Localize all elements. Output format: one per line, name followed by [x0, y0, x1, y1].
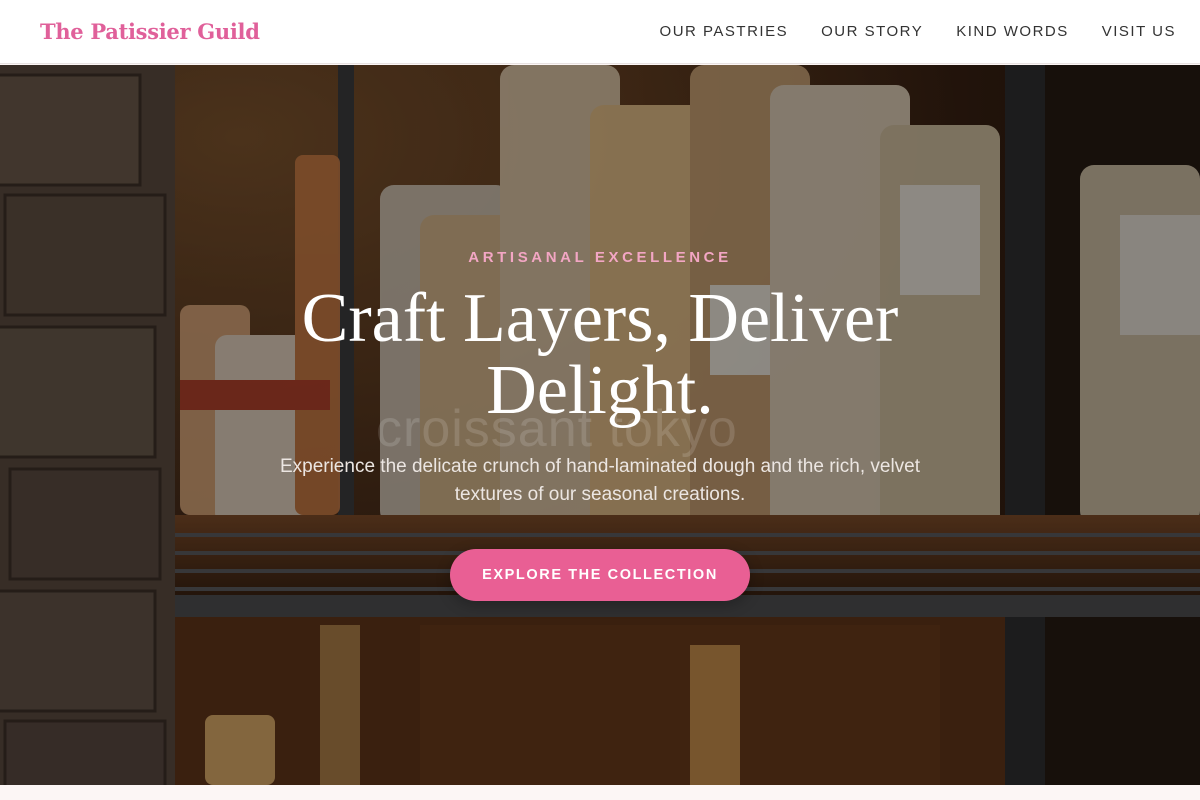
site-header: The Patissier Guild OUR PASTRIES OUR STO… [0, 0, 1200, 64]
main-nav: OUR PASTRIES OUR STORY KIND WORDS VISIT … [660, 23, 1176, 40]
brand-logo[interactable]: The Patissier Guild [40, 19, 260, 44]
explore-collection-button[interactable]: EXPLORE THE COLLECTION [450, 549, 750, 601]
nav-link-our-story[interactable]: OUR STORY [821, 23, 923, 40]
hero-headline: Craft Layers, Deliver Delight. [301, 280, 899, 429]
hero-subtext: Experience the delicate crunch of hand-l… [279, 456, 921, 505]
hero-content: ARTISANAL EXCELLENCE Craft Layers, Deliv… [0, 65, 1200, 785]
page-bottom-strip [0, 785, 1200, 800]
hero-eyebrow: ARTISANAL EXCELLENCE [468, 249, 732, 266]
nav-link-our-pastries[interactable]: OUR PASTRIES [660, 23, 789, 40]
nav-link-visit-us[interactable]: VISIT US [1102, 23, 1176, 40]
nav-link-kind-words[interactable]: KIND WORDS [956, 23, 1069, 40]
hero-section: croissant tokyo ARTISANAL EXCELLENCE Cra… [0, 65, 1200, 785]
